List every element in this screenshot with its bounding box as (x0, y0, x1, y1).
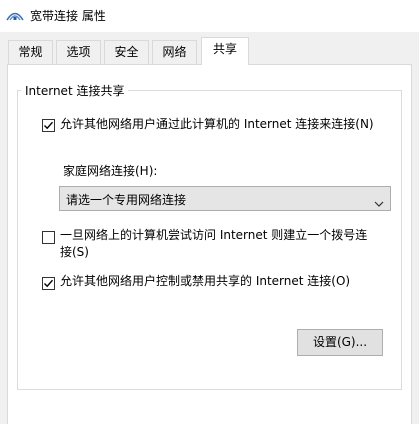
chevron-down-icon (374, 196, 384, 210)
tab-general[interactable]: 常规 (8, 40, 53, 64)
home-network-selected: 请选一个专用网络连接 (66, 193, 187, 207)
allow-share-label[interactable]: 允许其他网络用户通过此计算机的 Internet 连接来连接(N) (60, 116, 374, 133)
checkmark-icon (44, 121, 54, 130)
checkmark-icon (44, 279, 54, 288)
title-bar: 宽带连接 属性 (0, 0, 419, 32)
settings-button[interactable]: 设置(G)... (297, 329, 383, 356)
tab-sharing[interactable]: 共享 (201, 37, 249, 65)
tab-options[interactable]: 选项 (56, 40, 101, 64)
allow-control-checkbox[interactable] (42, 277, 55, 290)
network-connection-icon (6, 9, 24, 21)
dial-on-demand-checkbox[interactable] (42, 231, 55, 244)
dial-on-demand-label-line2[interactable]: 接(S) (60, 244, 89, 261)
home-network-select[interactable]: 请选一个专用网络连接 (59, 186, 391, 211)
tab-security[interactable]: 安全 (104, 40, 149, 64)
window-title: 宽带连接 属性 (30, 9, 106, 23)
ics-group-title: Internet 连接共享 (21, 82, 129, 99)
dial-on-demand-label-line1[interactable]: 一旦网络上的计算机尝试访问 Internet 则建立一个拨号连 (60, 227, 367, 244)
allow-share-checkbox[interactable] (42, 119, 55, 132)
home-network-label: 家庭网络连接(H): (63, 164, 158, 178)
allow-control-label[interactable]: 允许其他网络用户控制或禁用共享的 Internet 连接(O) (60, 273, 350, 290)
tab-network[interactable]: 网络 (152, 40, 197, 64)
